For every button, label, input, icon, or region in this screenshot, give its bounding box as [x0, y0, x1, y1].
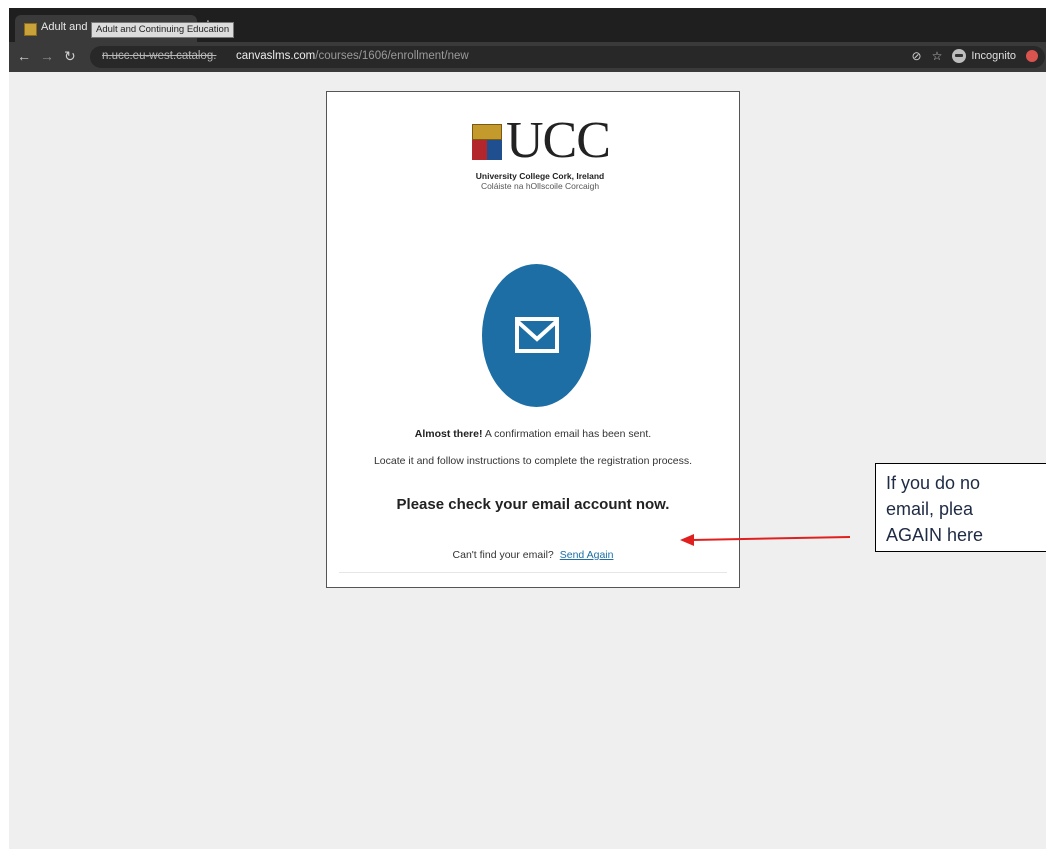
browser-toolbar: ← → ↻ n.ucc.eu-west.catalog. canvaslms.c…: [9, 42, 1046, 72]
url-prefix: n.ucc.eu-west.catalog.: [102, 50, 217, 62]
tab-tooltip: Adult and Continuing Education: [91, 22, 235, 38]
instructions-text: Locate it and follow instructions to com…: [373, 455, 693, 467]
eye-off-icon[interactable]: ⊘: [912, 49, 922, 63]
callout-line-3: AGAIN here: [886, 525, 984, 545]
url-text: canvaslms.com/courses/1606/enrollment/ne…: [236, 50, 469, 62]
ucc-crest-icon: [472, 124, 502, 160]
ucc-logo: UCC University College Cork, Ireland Col…: [472, 115, 611, 204]
back-arrow-icon[interactable]: ←: [17, 48, 31, 64]
browser-window: Adult and Continuing Education x + ← → ↻…: [9, 8, 1046, 849]
cant-find-text: Can't find your email?: [452, 549, 554, 561]
resend-row: Can't find your email? Send Again: [327, 549, 739, 561]
url-path: /courses/1606/enrollment/new: [315, 50, 469, 62]
incognito-icon: [952, 49, 967, 63]
almost-there-label: Almost there!: [414, 428, 483, 440]
annotation-callout: If you do no email, plea AGAIN here: [875, 463, 1046, 552]
confirmation-text: A confirmation email has been sent.: [484, 428, 652, 440]
send-again-link[interactable]: Send Again: [560, 549, 614, 561]
url-domain: canvaslms.com: [236, 50, 316, 62]
incognito-indicator[interactable]: Incognito: [952, 49, 1016, 63]
profile-icon[interactable]: [1026, 50, 1038, 62]
annotation-arrow: [680, 534, 851, 546]
reload-icon[interactable]: ↻: [64, 48, 76, 64]
check-email-heading: Please check your email account now.: [396, 496, 670, 513]
callout-line-1: If you do no: [886, 473, 981, 493]
almost-there-message: Almost there! A confirmation email has b…: [327, 428, 739, 440]
address-bar[interactable]: n.ucc.eu-west.catalog. canvaslms.com/cou…: [90, 46, 1045, 68]
star-icon[interactable]: ☆: [932, 49, 943, 63]
incognito-label: Incognito: [971, 50, 1016, 62]
card-divider: [339, 572, 727, 573]
ucc-wordmark: UCC: [506, 112, 611, 169]
university-name: University College Cork, Ireland: [475, 171, 605, 181]
university-irish-name: Coláiste na hOllscoile Corcaigh: [480, 181, 600, 191]
toolbar-icons: ⊘ ☆ Incognito: [912, 48, 1038, 64]
email-sent-badge: [482, 264, 591, 407]
ucc-favicon-icon: [24, 23, 37, 36]
confirmation-card: UCC University College Cork, Ireland Col…: [326, 91, 740, 588]
forward-arrow-icon[interactable]: →: [40, 48, 54, 64]
envelope-icon: [515, 317, 559, 353]
callout-line-2: email, plea: [886, 499, 974, 519]
